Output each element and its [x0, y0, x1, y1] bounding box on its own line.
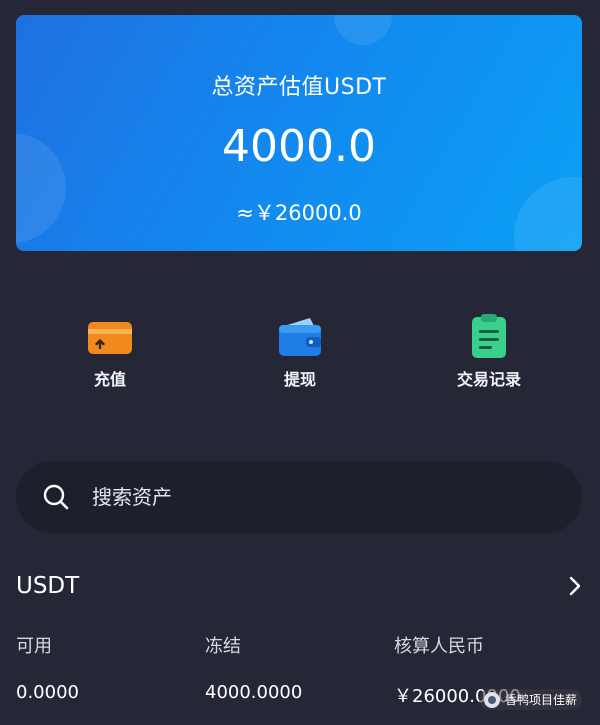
decor-bubble — [334, 15, 392, 45]
balance-card: 总资产估值USDT 4000.0 ≈￥26000.0 — [16, 15, 582, 251]
deposit-card-icon — [88, 322, 132, 354]
balance-title: 总资产估值USDT — [211, 75, 387, 100]
transaction-records-label: 交易记录 — [456, 370, 521, 389]
wallet-icon — [279, 318, 321, 356]
deposit-label: 充值 — [93, 370, 126, 389]
asset-name: USDT — [16, 573, 80, 599]
asset-row-header[interactable]: USDT — [16, 568, 584, 604]
search-bar[interactable] — [16, 461, 582, 533]
cny-equivalent-label: 核算人民币 — [394, 636, 484, 657]
chevron-right-icon[interactable] — [566, 575, 584, 597]
withdraw-button[interactable]: 提现 — [240, 312, 360, 390]
deposit-button[interactable]: 充值 — [50, 312, 170, 390]
available-value: 0.0000 — [16, 682, 79, 703]
balance-amount: 4000.0 — [222, 121, 376, 172]
frozen-value: 4000.0000 — [205, 682, 303, 703]
transaction-records-button[interactable]: 交易记录 — [429, 312, 549, 390]
watermark-text: 香鸭项目佳薪 — [504, 693, 577, 707]
search-icon — [43, 484, 69, 510]
search-input[interactable] — [92, 485, 512, 509]
action-bar: 充值 提现 交易记录 — [0, 312, 600, 392]
clipboard-records-icon — [472, 314, 506, 358]
watermark: 香鸭项目佳薪 — [478, 689, 582, 710]
balance-cny-estimate: ≈￥26000.0 — [236, 201, 362, 225]
withdraw-label: 提现 — [283, 370, 316, 389]
watermark-logo-icon — [483, 691, 500, 708]
available-label: 可用 — [16, 636, 52, 657]
assets-page: 总资产估值USDT 4000.0 ≈￥26000.0 充值 提现 交易记录 搜索… — [0, 0, 600, 725]
frozen-label: 冻结 — [205, 636, 241, 657]
